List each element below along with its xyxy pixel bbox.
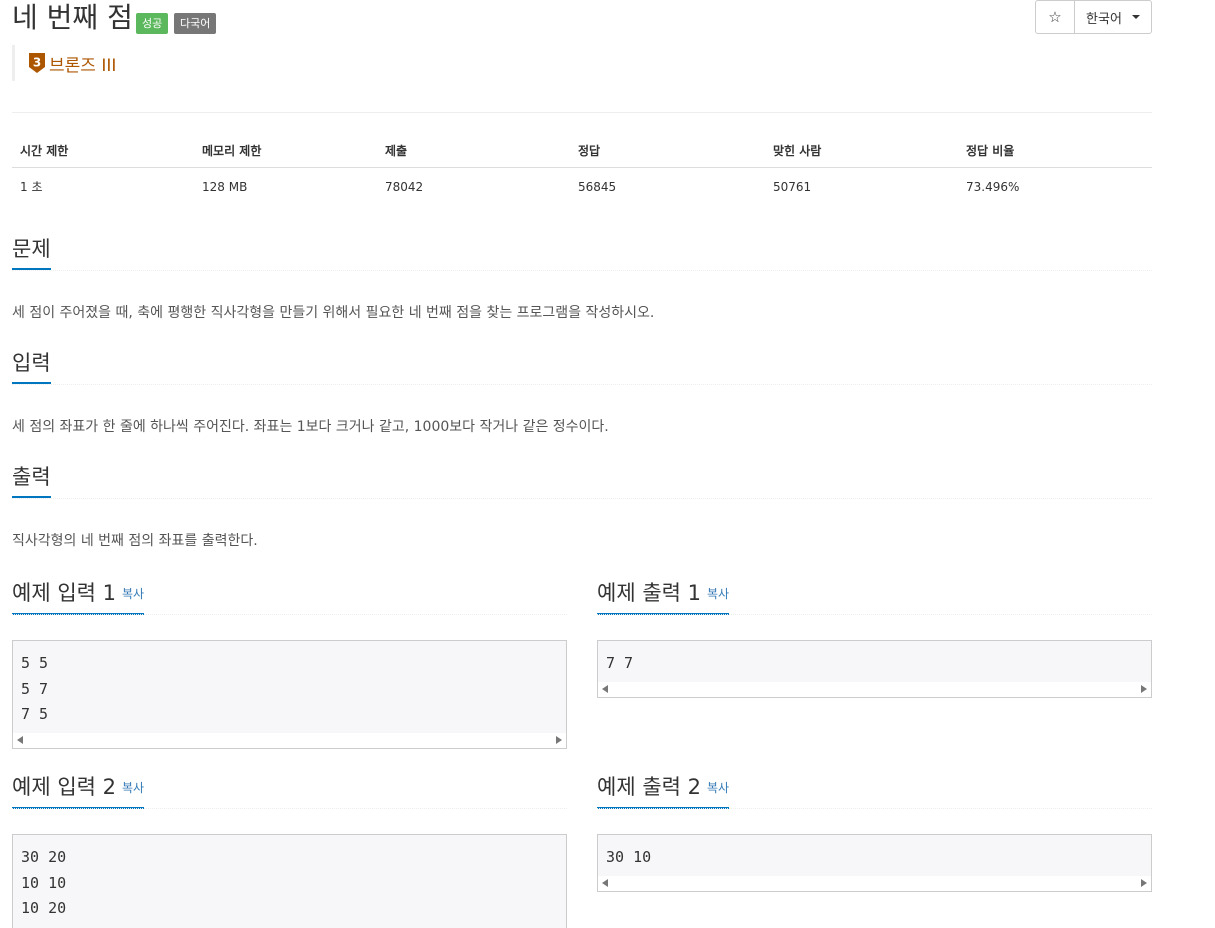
sample-output-2-box[interactable]: 30 10: [597, 834, 1152, 892]
horizontal-scrollbar[interactable]: [598, 876, 1151, 891]
multilingual-badge: 다국어: [174, 13, 217, 34]
success-badge: 성공: [136, 13, 169, 34]
sample-output-2: 예제 출력 2 복사 30 10: [597, 774, 1152, 892]
header-divider: [12, 112, 1152, 113]
info-value-memory: 128 MB: [202, 179, 248, 194]
star-icon: ☆: [1048, 8, 1062, 26]
info-value-row: 1 초 128 MB 78042 56845 50761 73.496%: [12, 168, 1152, 205]
output-heading-divider: [12, 498, 1152, 500]
info-header-solvers: 맞힌 사람: [773, 144, 822, 158]
bronze-tier-icon: 3: [29, 53, 45, 73]
info-value-accepted: 56845: [578, 179, 617, 194]
input-heading: 입력: [12, 350, 51, 384]
star-button[interactable]: ☆: [1036, 1, 1075, 33]
sample-line: 5 5: [21, 654, 49, 672]
scroll-right-icon[interactable]: [556, 736, 562, 744]
tier-text: 브론즈 III: [49, 55, 117, 76]
info-header-ratio: 정답 비율: [966, 144, 1015, 158]
sample-input-2-box[interactable]: 30 20 10 10 10 20: [12, 834, 567, 928]
sample-input-1: 예제 입력 1 복사 5 5 5 7 7 5: [12, 580, 567, 749]
scroll-right-icon[interactable]: [1141, 685, 1147, 693]
title-row: 네 번째 점 성공 다국어 ☆ 한국어: [12, 0, 1152, 44]
input-section: 입력 세 점의 좌표가 한 줄에 하나씩 주어진다. 좌표는 1보다 크거나 같…: [12, 350, 1152, 435]
info-header-submissions: 제출: [385, 144, 408, 158]
sample-line: 10 10: [21, 873, 67, 892]
output-section: 출력 직사각형의 네 번째 점의 좌표를 출력한다.: [12, 464, 1152, 549]
tier-label[interactable]: 3 브론즈 III: [12, 45, 116, 81]
copy-sample-input-2-link[interactable]: 복사: [122, 781, 144, 795]
sample-output-1-divider: [597, 614, 1152, 616]
horizontal-scrollbar[interactable]: [13, 733, 566, 748]
sample-line: 7 7: [606, 654, 634, 672]
input-heading-divider: [12, 384, 1152, 386]
sample-line: 10 20: [21, 899, 67, 917]
info-header-time: 시간 제한: [20, 144, 69, 158]
sample-output-1-box[interactable]: 7 7: [597, 640, 1152, 698]
sample-input-2-heading: 예제 입력 2 복사: [12, 774, 145, 809]
svg-text:3: 3: [33, 56, 41, 70]
info-header-row: 시간 제한 메모리 제한 제출 정답 맞힌 사람 정답 비율: [12, 134, 1152, 168]
language-label: 한국어: [1086, 11, 1122, 27]
copy-sample-input-1-link[interactable]: 복사: [122, 587, 144, 601]
info-value-time: 1 초: [20, 180, 43, 194]
title-actions: ☆ 한국어: [1035, 0, 1152, 34]
sample-output-2-heading: 예제 출력 2 복사: [597, 774, 730, 809]
sample-input-1-heading: 예제 입력 1 복사: [12, 580, 145, 615]
scroll-right-icon[interactable]: [1141, 879, 1147, 887]
caret-down-icon: [1131, 15, 1140, 19]
sample-input-1-divider: [12, 614, 567, 616]
sample-line: 5 7: [21, 679, 49, 698]
scroll-left-icon[interactable]: [602, 879, 608, 887]
input-description: 세 점의 좌표가 한 줄에 하나씩 주어진다. 좌표는 1보다 크거나 같고, …: [12, 419, 609, 435]
sample-output-2-title: 예제 출력 2: [597, 775, 701, 799]
sample-input-1-title: 예제 입력 1: [12, 581, 116, 605]
scroll-left-icon[interactable]: [17, 736, 23, 744]
problem-heading: 문제: [12, 236, 51, 270]
page-title: 네 번째 점: [12, 1, 133, 34]
sample-input-2: 예제 입력 2 복사 30 20 10 10 10 20: [12, 774, 567, 928]
sample-line: 7 5: [21, 705, 49, 723]
output-description: 직사각형의 네 번째 점의 좌표를 출력한다.: [12, 533, 258, 549]
language-dropdown[interactable]: 한국어: [1075, 1, 1151, 33]
sample-output-1: 예제 출력 1 복사 7 7: [597, 580, 1152, 698]
problem-info-table: 시간 제한 메모리 제한 제출 정답 맞힌 사람 정답 비율 1 초 128 M…: [12, 134, 1152, 205]
info-value-solvers: 50761: [773, 179, 812, 194]
problem-section: 문제 세 점이 주어졌을 때, 축에 평행한 직사각형을 만들기 위해서 필요한…: [12, 236, 1152, 321]
info-header-memory: 메모리 제한: [202, 144, 262, 158]
info-value-submissions: 78042: [385, 179, 424, 194]
sample-output-1-heading: 예제 출력 1 복사: [597, 580, 730, 615]
problem-heading-divider: [12, 270, 1152, 272]
problem-description: 세 점이 주어졌을 때, 축에 평행한 직사각형을 만들기 위해서 필요한 네 …: [12, 305, 655, 321]
copy-sample-output-2-link[interactable]: 복사: [707, 781, 729, 795]
sample-input-1-box[interactable]: 5 5 5 7 7 5: [12, 640, 567, 749]
copy-sample-output-1-link[interactable]: 복사: [707, 587, 729, 601]
sample-input-2-divider: [12, 808, 567, 810]
info-header-accepted: 정답: [578, 144, 601, 158]
sample-output-1-title: 예제 출력 1: [597, 581, 701, 605]
info-value-ratio: 73.496%: [966, 179, 1020, 194]
sample-line: 30 20: [21, 848, 67, 866]
output-heading: 출력: [12, 464, 51, 498]
horizontal-scrollbar[interactable]: [598, 682, 1151, 697]
sample-output-2-divider: [597, 808, 1152, 810]
sample-line: 30 10: [606, 848, 652, 866]
scroll-left-icon[interactable]: [602, 685, 608, 693]
sample-input-2-title: 예제 입력 2: [12, 775, 116, 799]
